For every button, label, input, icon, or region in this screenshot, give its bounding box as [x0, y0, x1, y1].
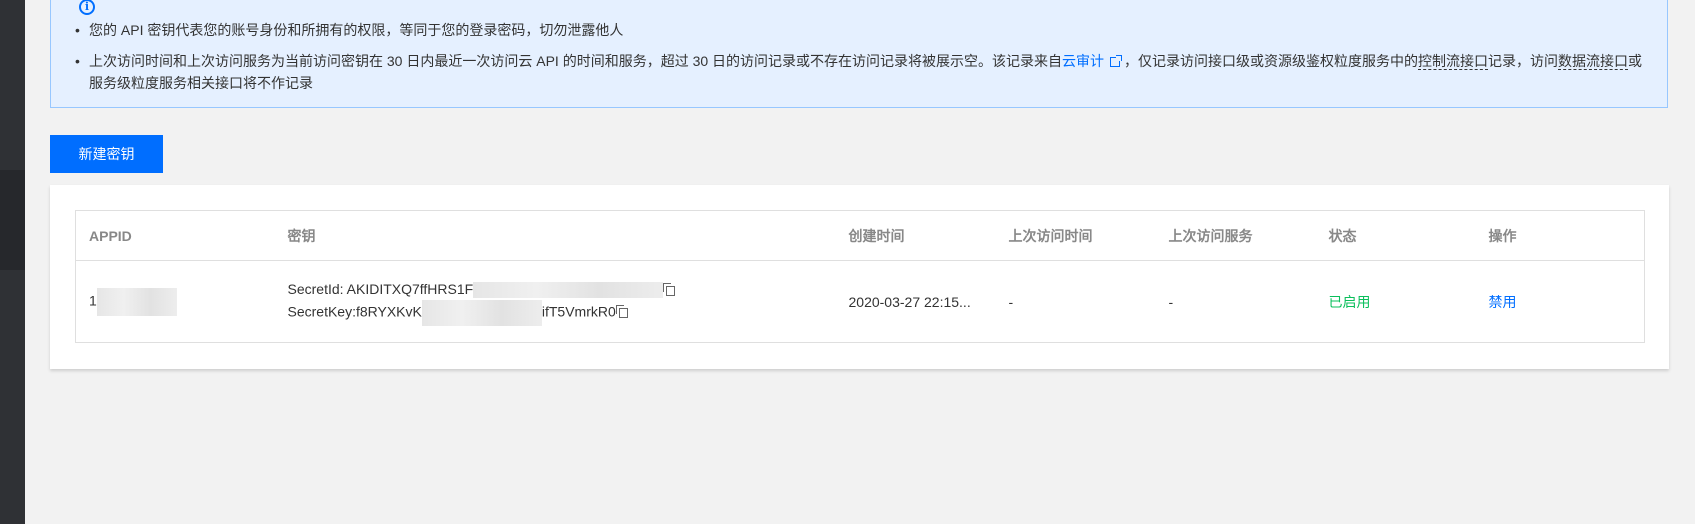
copy-icon[interactable]: [615, 305, 628, 319]
header-last-access-service: 上次访问服务: [1155, 210, 1316, 261]
external-link-icon[interactable]: [1110, 55, 1123, 67]
table-header-row: APPID 密钥 创建时间 上次访问时间 上次访问服务 状态 操作: [75, 210, 1645, 261]
appid-value: 1: [89, 292, 97, 309]
masked-value: [473, 281, 664, 298]
notice-text: ，仅记录访问接口级或资源级鉴权粒度服务中的: [1124, 53, 1419, 69]
cell-key: SecretId: AKIDITXQ7ffHRS1F SecretKey:f8R…: [275, 261, 836, 343]
cell-status: 已启用: [1316, 261, 1476, 343]
secret-id-line: SecretId: AKIDITXQ7ffHRS1F: [288, 278, 836, 300]
masked-value: [96, 287, 177, 316]
key-table-card: APPID 密钥 创建时间 上次访问时间 上次访问服务 状态 操作 1 Secr…: [50, 185, 1669, 369]
cell-last-access-time: -: [1008, 293, 1014, 310]
secret-id-text: SecretId: AKIDITXQ7ffHRS1F: [287, 280, 474, 297]
notice-text: 上次访问时间和上次访问服务为当前访问密钥在 30 日内最近一次访问云 API 的…: [89, 53, 1063, 69]
info-icon: i: [79, 0, 95, 15]
cloud-audit-link[interactable]: 云审计: [1062, 53, 1104, 69]
left-nav-active-stripe: [0, 170, 25, 270]
header-appid: APPID: [75, 210, 275, 261]
notice-item: 上次访问时间和上次访问服务为当前访问密钥在 30 日内最近一次访问云 API 的…: [75, 50, 1655, 94]
data-flow-term[interactable]: 数据流接口: [1558, 53, 1629, 70]
key-table: APPID 密钥 创建时间 上次访问时间 上次访问服务 状态 操作 1 Secr…: [75, 210, 1645, 343]
header-last-access-time: 上次访问时间: [995, 210, 1156, 261]
header-created: 创建时间: [835, 210, 996, 261]
secret-key-line: SecretKey:f8RYXKvK ifT5VmrkR0: [287, 299, 836, 326]
masked-value: [421, 299, 542, 326]
control-flow-term[interactable]: 控制流接口: [1418, 53, 1489, 70]
disable-link[interactable]: 禁用: [1489, 294, 1517, 310]
left-nav-bar: [0, 0, 25, 524]
cell-appid: 1: [76, 261, 275, 343]
notice-text: 记录，访问: [1488, 53, 1559, 69]
status-badge: 已启用: [1328, 293, 1371, 310]
cell-created: 2020-03-27 22:15...: [848, 293, 971, 310]
header-key: 密钥: [274, 210, 836, 261]
secret-key-text: SecretKey:f8RYXKvK: [287, 303, 422, 320]
notice-list: 您的 API 密钥代表您的账号身份和所拥有的权限，等同于您的登录密码，切勿泄露他…: [75, 19, 1655, 103]
cell-action: 禁用: [1476, 261, 1645, 343]
header-action: 操作: [1475, 210, 1645, 261]
new-key-button[interactable]: 新建密钥: [50, 135, 163, 173]
notice-banner: i 您的 API 密钥代表您的账号身份和所拥有的权限，等同于您的登录密码，切勿泄…: [50, 0, 1668, 108]
table-row: 1 SecretId: AKIDITXQ7ffHRS1F SecretKey:f…: [76, 261, 1645, 343]
cell-last-access-service: -: [1168, 293, 1174, 310]
notice-text: 您的 API 密钥代表您的账号身份和所拥有的权限，等同于您的登录密码，切勿泄露他…: [89, 22, 624, 38]
copy-icon[interactable]: [663, 282, 676, 296]
notice-item: 您的 API 密钥代表您的账号身份和所拥有的权限，等同于您的登录密码，切勿泄露他…: [75, 19, 1655, 41]
header-status: 状态: [1315, 210, 1476, 261]
secret-key-suffix: ifT5VmrkR0: [541, 303, 616, 320]
